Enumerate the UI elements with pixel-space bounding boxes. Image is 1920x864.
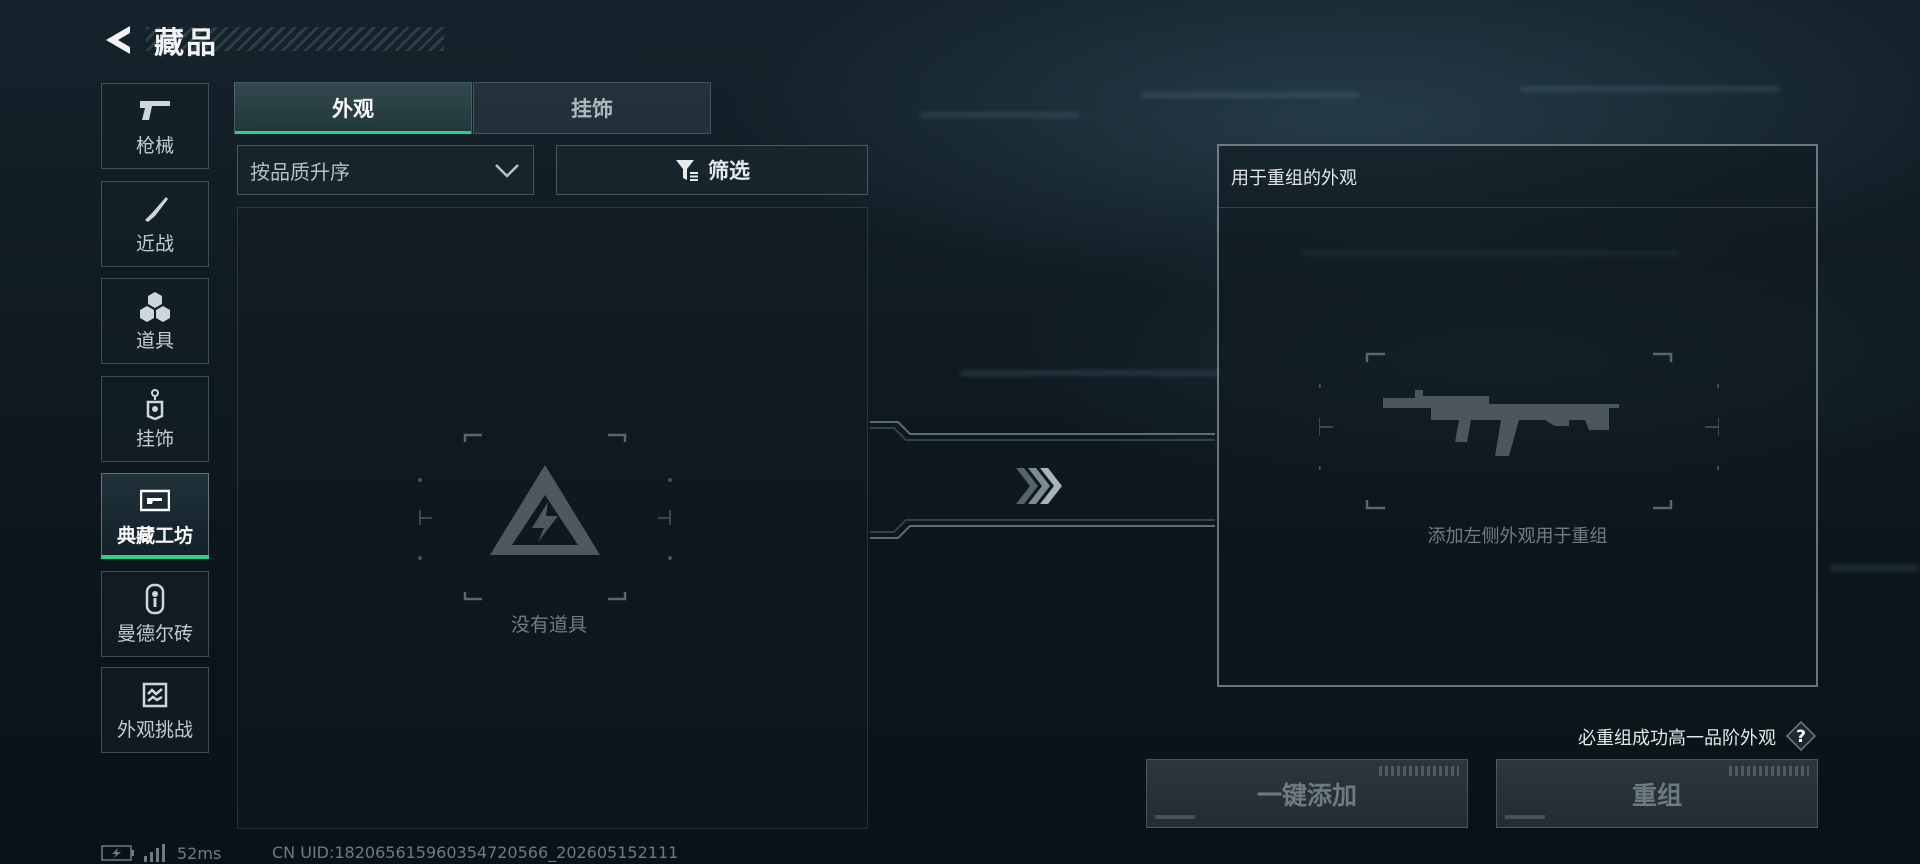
- rifle-placeholder-icon: [1319, 352, 1719, 510]
- uid-text: CN UID:182065615960354720566_20260515211…: [272, 843, 679, 862]
- background-streak: [1520, 86, 1780, 92]
- empty-logo-icon: [418, 433, 672, 601]
- help-icon[interactable]: ?: [1785, 720, 1817, 752]
- sidebar-item-equipment[interactable]: 道具: [101, 278, 209, 364]
- ping-text: 52ms: [177, 843, 222, 863]
- tab-charms[interactable]: 挂饰: [473, 82, 711, 134]
- reforge-hint-text: 添加左侧外观用于重组: [1427, 526, 1608, 547]
- sidebar-item-label: 近战: [135, 232, 174, 255]
- back-button[interactable]: [100, 22, 136, 58]
- sidebar-item-mandel-brick[interactable]: 曼德尔砖: [101, 571, 209, 657]
- sidebar-item-label: 枪械: [135, 134, 174, 157]
- battery-icon: [101, 845, 134, 861]
- sidebar-item-melee[interactable]: 近战: [101, 181, 209, 267]
- reforge-label: 重组: [1631, 780, 1682, 810]
- sidebar-item-label: 道具: [135, 329, 174, 352]
- sidebar-item-charms[interactable]: 挂饰: [101, 376, 209, 462]
- sort-label: 按品质升序: [250, 159, 350, 184]
- sidebar-item-label: 曼德尔砖: [116, 622, 193, 645]
- filter-icon: [676, 160, 698, 181]
- background-streak: [920, 112, 1080, 118]
- sidebar-item-label: 外观挑战: [116, 718, 193, 741]
- empty-state-text: 没有道具: [510, 614, 587, 636]
- sidebar-item-appearance-challenge[interactable]: 外观挑战: [101, 667, 209, 753]
- charm-icon: [137, 388, 173, 420]
- background-streak: [1140, 92, 1360, 98]
- button-decoration: [1155, 815, 1195, 819]
- reforge-button[interactable]: 重组: [1496, 759, 1818, 828]
- sidebar-item-collection-workshop[interactable]: 典藏工坊: [101, 473, 209, 559]
- sidebar-item-label: 典藏工坊: [116, 524, 193, 547]
- challenge-icon: [137, 679, 173, 711]
- guarantee-note: 必重组成功高一品阶外观: [1578, 728, 1776, 749]
- sort-dropdown[interactable]: 按品质升序: [237, 145, 534, 195]
- filter-button[interactable]: 筛选: [556, 145, 868, 195]
- back-arrow-icon: [106, 26, 130, 54]
- sidebar-item-firearms[interactable]: 枪械: [101, 83, 209, 169]
- button-decoration: [1379, 766, 1459, 776]
- reforge-panel-header: 用于重组的外观: [1219, 146, 1816, 208]
- button-decoration: [1729, 766, 1809, 776]
- brick-icon: [137, 583, 173, 615]
- reforge-panel[interactable]: 用于重组的外观 添加左侧外观用于重组: [1217, 144, 1818, 687]
- add-all-label: 一键添加: [1256, 780, 1357, 810]
- page-title: 藏品: [154, 26, 218, 61]
- signal-icon: [144, 844, 165, 862]
- tab-appearance[interactable]: 外观: [234, 82, 472, 134]
- background-streak: [1830, 565, 1920, 571]
- pistol-icon: [137, 95, 173, 127]
- workshop-icon: [137, 485, 173, 517]
- button-decoration: [1505, 815, 1545, 819]
- sidebar-item-label: 挂饰: [135, 427, 174, 450]
- background-streak: [960, 370, 1220, 376]
- knife-icon: [137, 193, 173, 225]
- status-bar: 52ms: [101, 843, 221, 863]
- svg-text:?: ?: [1796, 727, 1806, 747]
- connector-graphic: [870, 421, 1215, 539]
- chevron-down-icon: [495, 164, 519, 178]
- add-all-button[interactable]: 一键添加: [1146, 759, 1468, 828]
- filter-label: 筛选: [708, 159, 750, 183]
- grenades-icon: [137, 290, 173, 322]
